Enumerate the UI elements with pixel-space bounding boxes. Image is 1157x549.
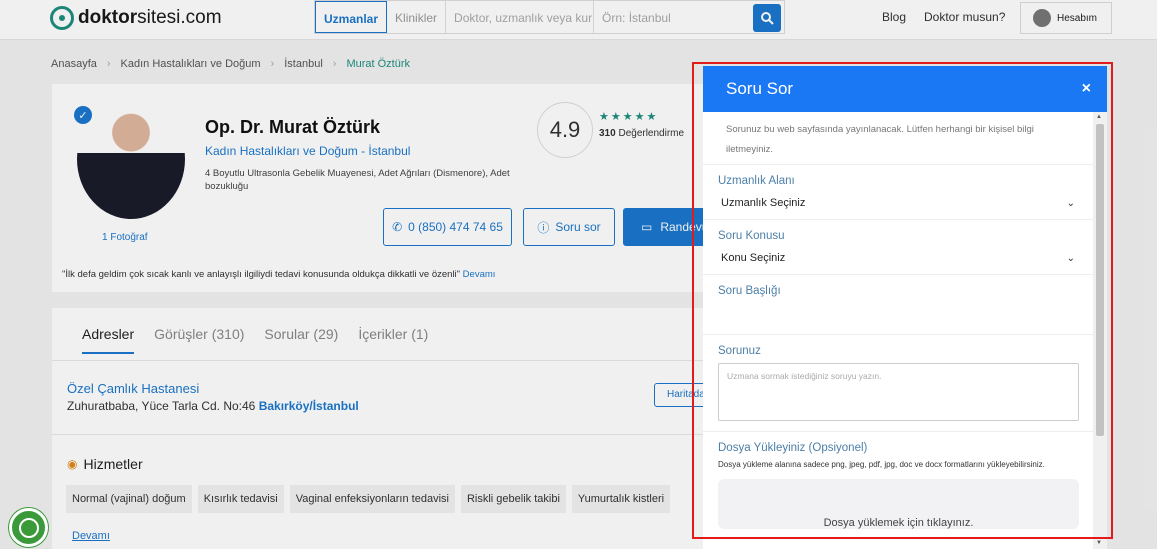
- scroll-down-icon[interactable]: ▼: [1096, 540, 1102, 546]
- cookie-icon: [18, 517, 39, 538]
- cookie-settings-button[interactable]: [9, 508, 48, 547]
- highlight-frame: [692, 62, 1113, 539]
